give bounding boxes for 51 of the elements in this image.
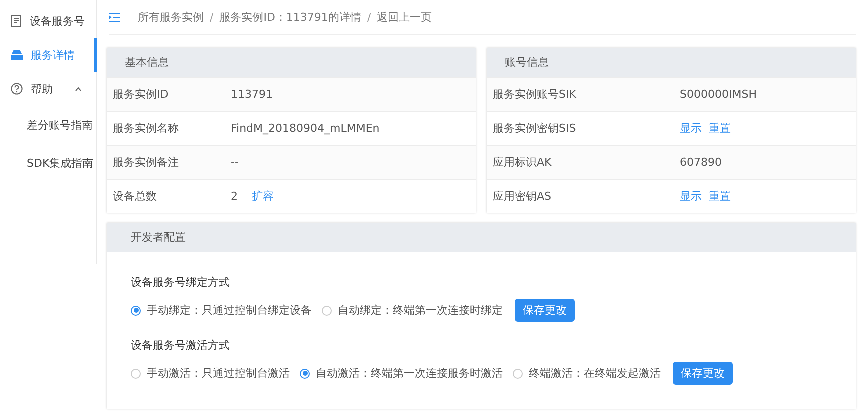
caret-icon [75,86,82,92]
sidebar-item[interactable]: 设备服务号 [0,4,96,38]
radio-button[interactable] [131,368,141,378]
document-icon [11,15,22,27]
breadcrumb-link[interactable]: 服务实例ID：113791的详情 [220,10,362,24]
action-link[interactable]: 重置 [709,121,731,136]
field-label: 应用标识AK [493,155,553,170]
section-title: 设备服务号激活方式 [131,338,230,353]
card-title: 开发者配置 [107,223,856,252]
breadcrumb-link[interactable]: 返回上一页 [377,10,432,24]
radio-button[interactable] [322,306,332,316]
sidebar-item[interactable]: 差分账号指南 [0,106,96,144]
field-label: 应用密钥AS [493,189,553,204]
field-label: 服务实例账号SIK [493,87,578,102]
radio-button[interactable] [513,368,523,378]
field-label: 设备总数 [113,189,158,204]
field-value: 607890 [680,156,722,169]
radio-option[interactable]: 手动绑定：只通过控制台绑定设备 [131,303,312,318]
field-value: S000000IMSH [680,88,757,101]
radio-option[interactable]: 终端激活：在终端发起激活 [513,366,661,381]
breadcrumb-separator: / [367,10,372,24]
field-label: 服务实例ID [113,87,170,102]
radio-button[interactable] [300,368,310,378]
field-label: 服务实例名称 [113,121,180,136]
field-value: 2 [231,190,238,203]
field-value: FindM_20180904_mLMMEn [231,122,380,135]
help-icon [11,83,23,95]
radio-option[interactable]: 自动绑定：终端第一次连接时绑定 [322,303,503,318]
radio-option[interactable]: 自动激活：终端第一次连接服务时激活 [300,366,503,381]
sidebar-item[interactable]: 帮助 [0,72,96,106]
action-link[interactable]: 显示 [680,189,702,204]
field-value: -- [231,156,239,169]
radio-option[interactable]: 手动激活：只通过控制台激活 [131,366,290,381]
card-title: 基本信息 [107,48,476,77]
card-title: 账号信息 [487,48,856,77]
field-value: 113791 [231,88,273,101]
action-link[interactable]: 显示 [680,121,702,136]
field-label: 服务实例备注 [113,155,180,170]
save-button[interactable]: 保存更改 [515,299,575,322]
sidebar-item[interactable]: 服务详情 [0,38,96,72]
radio-button[interactable] [131,306,141,316]
breadcrumb-link[interactable]: 所有服务实例 [138,10,204,24]
action-link[interactable]: 扩容 [252,189,274,204]
save-button[interactable]: 保存更改 [673,362,733,385]
menu-icon[interactable] [109,12,120,22]
sidebar-item[interactable]: SDK集成指南 [0,144,96,182]
action-link[interactable]: 重置 [709,189,731,204]
field-label: 服务实例密钥SIS [493,121,578,136]
section-title: 设备服务号绑定方式 [131,275,230,290]
breadcrumb-separator: / [210,10,214,24]
stack-icon [11,50,23,60]
